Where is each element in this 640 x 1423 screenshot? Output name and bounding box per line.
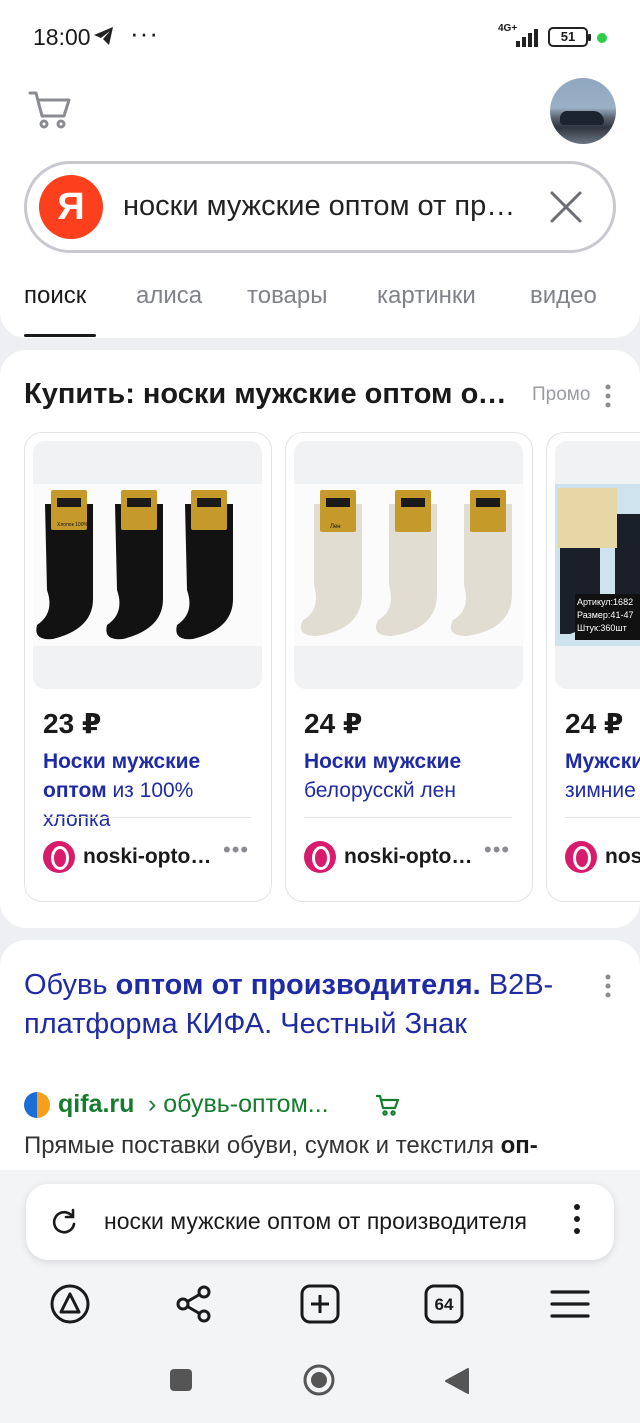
product-card[interactable]: Хлопок 100% 23 ₽ Носки мужские оптом из … <box>24 432 272 902</box>
product-title[interactable]: Мужские зимние <box>565 747 640 805</box>
status-more-icon: ··· <box>130 18 159 48</box>
product-title[interactable]: Носки мужские белорусскй лен <box>304 747 516 805</box>
menu-vertical-icon[interactable] <box>574 1204 582 1240</box>
photo-label: Штук:360шт <box>577 623 627 633</box>
more-horizontal-icon[interactable]: ••• <box>484 837 510 863</box>
result-snippet: Прямые поставки обуви, сумок и текстиля … <box>24 1132 538 1159</box>
product-card[interactable]: Лен 24 ₽ Носки мужские белорусскй лен no… <box>285 432 533 902</box>
product-price: 24 ₽ <box>565 708 624 739</box>
browser-bottom-bar: носки мужские оптом от производителя 64 <box>0 1170 640 1423</box>
product-card[interactable]: Артикул:1682 Размер:41-47 Штук:360шт 24 … <box>546 432 640 902</box>
shop-logo-icon <box>43 841 75 873</box>
promo-title[interactable]: Купить: носки мужские оптом от производи… <box>24 378 518 411</box>
product-price: 24 ₽ <box>304 708 363 739</box>
product-image[interactable]: Лен <box>294 441 523 689</box>
more-horizontal-icon[interactable]: ••• <box>223 837 249 863</box>
privacy-indicator-icon <box>597 33 607 43</box>
divider <box>565 817 640 818</box>
shop-logo-icon <box>565 841 597 873</box>
tab-alice[interactable]: алиса <box>136 282 202 310</box>
divider <box>304 817 512 818</box>
home-icon[interactable] <box>303 1364 335 1401</box>
search-tabs: поиск алиса товары картинки видео <box>0 274 640 338</box>
photo-label: Артикул:1682 <box>577 597 633 607</box>
photo-label: Лен <box>330 524 341 530</box>
tab-search[interactable]: поиск <box>24 282 86 310</box>
system-nav-bar <box>0 1364 640 1406</box>
result-title-link[interactable]: Обувь оптом от производителя. B2B-платфо… <box>24 966 584 1044</box>
product-title[interactable]: Носки мужские оптом из 100% хлопка <box>43 747 255 834</box>
promo-block: Купить: носки мужские оптом от производи… <box>0 350 640 928</box>
shop-name[interactable]: noski-optom.ru <box>83 845 215 869</box>
active-tab-indicator <box>24 334 96 337</box>
hamburger-menu-icon[interactable] <box>548 1282 592 1326</box>
back-icon[interactable] <box>444 1367 470 1400</box>
reload-icon[interactable] <box>50 1208 78 1241</box>
tabs-count: 64 <box>435 1295 454 1314</box>
search-header: Я носки мужские оптом от производителя п… <box>0 74 640 338</box>
photo-label: Размер:41-47 <box>577 610 633 620</box>
telegram-icon <box>93 26 115 51</box>
browser-nav: 64 <box>0 1282 640 1332</box>
battery-icon: 51 <box>548 27 591 47</box>
close-icon[interactable] <box>547 188 585 231</box>
tabs-counter-icon[interactable]: 64 <box>422 1282 466 1326</box>
shop-logo-icon <box>304 841 336 873</box>
address-bar-text[interactable]: носки мужские оптом от производителя <box>104 1208 550 1235</box>
tab-images[interactable]: картинки <box>377 282 476 310</box>
photo-label: Хлопок 100% <box>57 522 88 528</box>
result-path[interactable]: › обувь-оптом... <box>148 1090 329 1119</box>
shop-cart-icon <box>375 1094 400 1121</box>
tab-video[interactable]: видео <box>530 282 597 310</box>
cart-icon[interactable] <box>28 90 72 135</box>
search-result: Обувь оптом от производителя. B2B-платфо… <box>0 940 640 1180</box>
product-image[interactable]: Хлопок 100% <box>33 441 262 689</box>
shop-name[interactable]: noski-optom.ru <box>344 845 476 869</box>
status-time: 18:00 <box>33 24 91 50</box>
alice-icon[interactable] <box>48 1282 92 1326</box>
more-vertical-icon[interactable] <box>604 384 614 408</box>
signal-icon <box>514 27 542 52</box>
new-tab-icon[interactable] <box>298 1282 342 1326</box>
more-vertical-icon[interactable] <box>604 974 614 1005</box>
user-avatar[interactable] <box>550 78 616 144</box>
shop-name[interactable]: noski-optom.ru <box>605 845 640 869</box>
result-domain[interactable]: qifa.ru <box>58 1090 134 1119</box>
site-favicon-icon <box>24 1092 50 1118</box>
promo-tag: Промо <box>532 384 591 405</box>
search-query-text[interactable]: носки мужские оптом от производителя <box>123 190 523 223</box>
search-input[interactable]: Я носки мужские оптом от производителя <box>24 161 616 253</box>
status-bar: 18:00 ··· 4G+ 51 <box>0 0 640 74</box>
divider <box>43 817 251 818</box>
product-price: 23 ₽ <box>43 708 102 739</box>
recents-icon[interactable] <box>169 1368 193 1397</box>
product-image[interactable]: Артикул:1682 Размер:41-47 Штук:360шт <box>555 441 640 689</box>
tab-goods[interactable]: товары <box>247 282 328 310</box>
result-site-line[interactable]: qifa.ru › обувь-оптом... <box>24 1090 444 1122</box>
yandex-logo-icon[interactable]: Я <box>39 175 103 239</box>
address-bar[interactable]: носки мужские оптом от производителя <box>26 1184 614 1260</box>
share-icon[interactable] <box>172 1282 216 1326</box>
